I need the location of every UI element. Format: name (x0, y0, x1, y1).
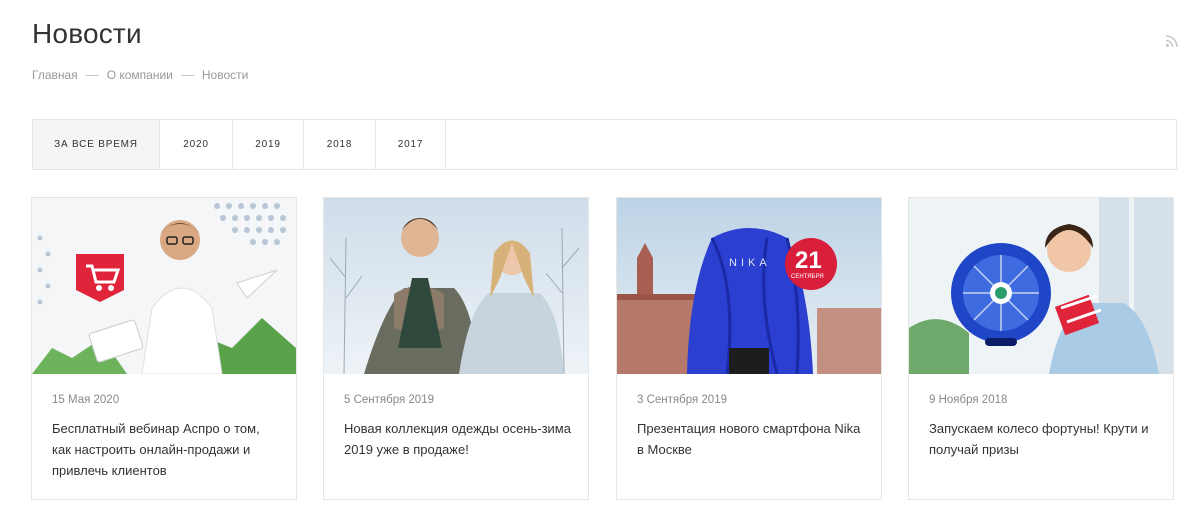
breadcrumb: Главная О компании Новости (32, 68, 248, 82)
filter-tab-2017[interactable]: 2017 (376, 120, 446, 169)
year-filter-bar: ЗА ВСЕ ВРЕМЯ 2020 2019 2018 2017 (32, 119, 1177, 170)
breadcrumb-separator (85, 74, 99, 76)
news-image-fortune-wheel[interactable] (909, 198, 1173, 374)
news-card[interactable]: 15 Мая 2020 Бесплатный вебинар Аспро о т… (31, 197, 297, 500)
date-badge-month: сентября (791, 274, 824, 280)
filter-tab-2020[interactable]: 2020 (160, 120, 233, 169)
news-title-link[interactable]: Презентация нового смартфона Nika в Моск… (637, 418, 867, 460)
news-image-winter-collection[interactable] (324, 198, 588, 374)
news-image-webinar[interactable] (32, 198, 296, 374)
rss-icon[interactable] (1165, 34, 1179, 48)
breadcrumb-separator (180, 74, 194, 76)
news-date: 3 Сентября 2019 (637, 394, 727, 406)
news-title-link[interactable]: Новая коллекция одежды осень-зима 2019 у… (344, 418, 574, 460)
news-card[interactable]: 9 Ноября 2018 Запускаем колесо фортуны! … (908, 197, 1174, 500)
news-date: 15 Мая 2020 (52, 394, 120, 406)
news-date: 5 Сентября 2019 (344, 394, 434, 406)
filter-tab-all-time[interactable]: ЗА ВСЕ ВРЕМЯ (33, 120, 160, 169)
breadcrumb-link-about[interactable]: О компании (107, 68, 173, 82)
nika-brand-text: NIKA (729, 257, 771, 269)
date-badge-day: 21 (795, 247, 822, 274)
breadcrumb-link-home[interactable]: Главная (32, 68, 78, 82)
breadcrumb-current: Новости (201, 68, 249, 82)
news-title-link[interactable]: Запускаем колесо фортуны! Крути и получа… (929, 418, 1159, 460)
news-image-nika-presentation[interactable] (617, 198, 881, 374)
filter-tab-2019[interactable]: 2019 (233, 120, 304, 169)
page-title: Новости (32, 18, 142, 49)
filter-tab-2018[interactable]: 2018 (304, 120, 376, 169)
news-card[interactable]: 5 Сентября 2019 Новая коллекция одежды о… (323, 197, 589, 500)
news-date: 9 Ноября 2018 (929, 394, 1008, 406)
news-card[interactable]: NIKA 21 сентября 3 Сентября 2019 Презент… (616, 197, 882, 500)
news-title-link[interactable]: Бесплатный вебинар Аспро о том, как наст… (52, 418, 282, 481)
